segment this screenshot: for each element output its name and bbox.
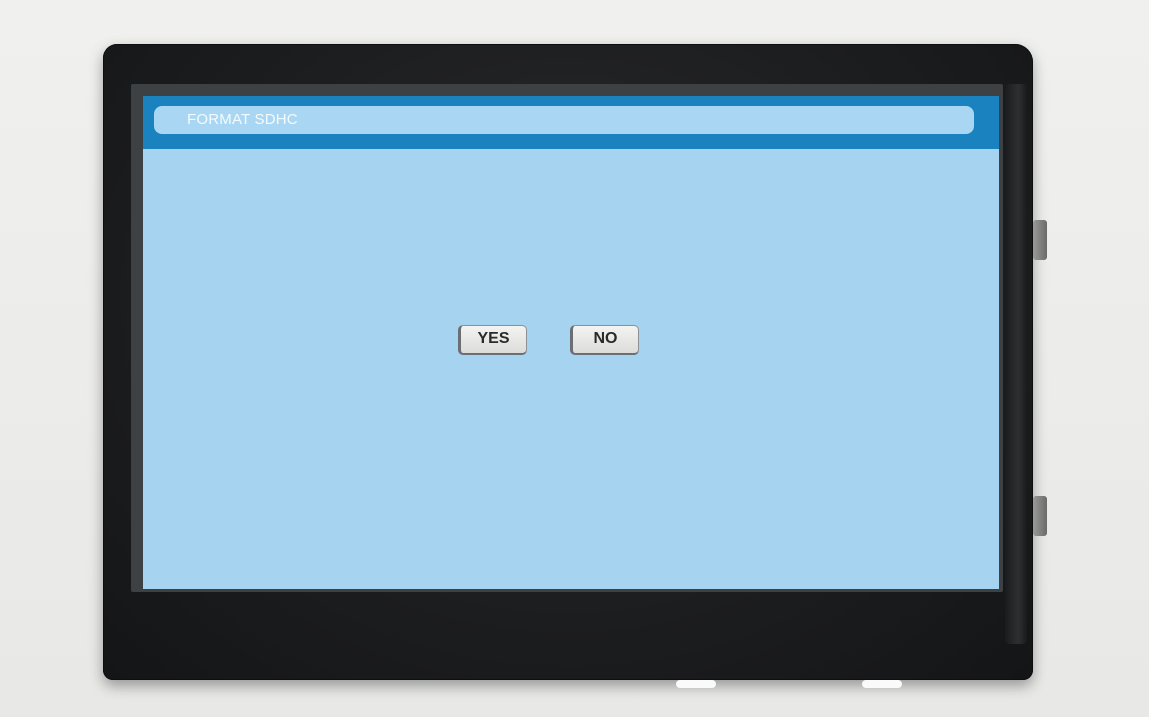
title-field: FORMAT SDHC <box>154 106 974 134</box>
yes-button[interactable]: YES <box>458 325 527 355</box>
no-button[interactable]: NO <box>570 325 639 355</box>
title-bar: FORMAT SDHC <box>143 96 999 149</box>
screen-title: FORMAT SDHC <box>187 111 298 128</box>
side-connector-bottom <box>1033 496 1047 536</box>
device-side-panel <box>1005 84 1027 644</box>
device-foot-right <box>862 680 902 688</box>
display-screen: FORMAT SDHC YES NO <box>143 96 999 589</box>
side-connector-top <box>1033 220 1047 260</box>
device-foot-left <box>676 680 716 688</box>
